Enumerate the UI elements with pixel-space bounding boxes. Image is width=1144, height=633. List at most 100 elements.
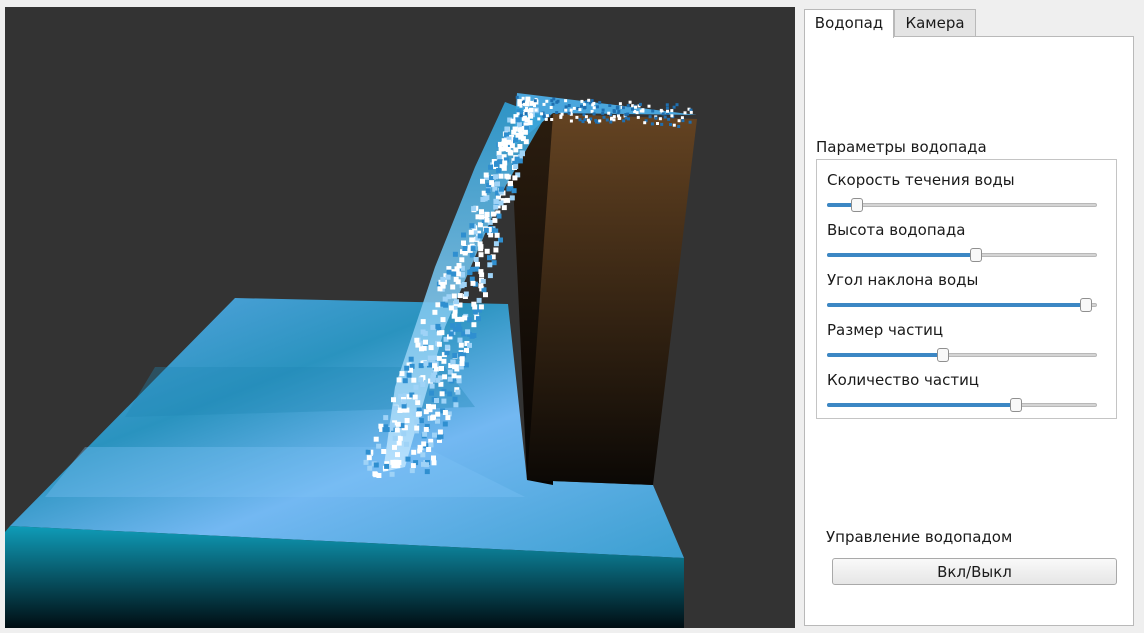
water-particle [451, 373, 457, 379]
water-particle [525, 96, 531, 102]
surface-particle [669, 123, 672, 126]
surface-particle [584, 115, 588, 119]
surface-particle [643, 121, 647, 125]
water-particle [392, 435, 398, 441]
water-particle [413, 384, 419, 390]
slider-handle[interactable] [851, 198, 863, 212]
tab-camera[interactable]: Камера [894, 9, 976, 36]
surface-particle [578, 108, 582, 112]
water-particle [528, 107, 534, 113]
water-particle [396, 460, 402, 465]
water-angle-slider[interactable] [827, 298, 1097, 312]
surface-particle [626, 104, 630, 108]
water-particle [461, 240, 466, 246]
surface-particle [612, 115, 616, 119]
water-particle [483, 227, 489, 233]
water-particle [430, 324, 436, 330]
water-particle [442, 410, 448, 415]
waterfall-height-label: Высота водопада [827, 221, 966, 239]
water-particle [461, 232, 466, 238]
toggle-waterfall-button[interactable]: Вкл/Выкл [832, 558, 1117, 585]
particle-count-slider[interactable] [827, 398, 1097, 412]
surface-particle [564, 105, 568, 109]
surface-particle [689, 110, 693, 114]
surface-particle [590, 99, 594, 103]
water-particle [422, 331, 428, 336]
water-particle [444, 350, 450, 356]
water-particle [376, 473, 382, 478]
surface-particle [578, 118, 582, 122]
surface-particle [575, 115, 579, 119]
water-particle [435, 302, 441, 308]
water-particle [485, 188, 491, 194]
surface-particle [667, 117, 671, 121]
surface-particle [545, 99, 549, 103]
water-particle [421, 461, 426, 467]
surface-particle [595, 105, 599, 109]
surface-particle [550, 118, 554, 121]
water-particle [514, 156, 520, 162]
flow-speed-slider[interactable] [827, 198, 1097, 212]
surface-particle [545, 114, 549, 118]
water-particle [515, 132, 521, 138]
water-particle [457, 337, 463, 343]
water-particle [436, 330, 442, 336]
slider-handle[interactable] [1010, 398, 1022, 412]
water-particle [432, 363, 438, 369]
water-particle [395, 421, 401, 427]
param-particle-size: Размер частиц [827, 321, 1107, 369]
water-particle [464, 348, 469, 353]
particle-size-slider[interactable] [827, 348, 1097, 362]
water-particle [424, 469, 430, 475]
control-group-title: Управление водопадом [826, 528, 1013, 546]
surface-particle [628, 100, 632, 104]
water-particle [471, 206, 477, 212]
surface-particle [582, 102, 586, 106]
water-particle [478, 252, 484, 258]
parameters-group: Скорость течения воды Высота водопада Уг… [816, 159, 1117, 419]
surface-particle [665, 103, 669, 107]
tab-pane-waterfall: Параметры водопада Скорость течения воды… [804, 36, 1134, 626]
water-particle [501, 205, 507, 211]
water-particle [418, 418, 424, 424]
surface-particle [550, 99, 554, 103]
water-particle [517, 144, 523, 149]
water-particle [450, 284, 456, 290]
water-particle [484, 217, 490, 223]
surface-particle [592, 112, 596, 116]
water-particle [435, 323, 441, 329]
scene-viewport[interactable] [5, 7, 795, 628]
water-particle [484, 248, 490, 254]
surface-particle [617, 114, 620, 118]
surface-particle [648, 115, 652, 119]
water-particle [496, 213, 502, 219]
water-particle [435, 411, 441, 417]
water-particle [492, 217, 498, 223]
water-particle [477, 233, 483, 239]
tab-waterfall[interactable]: Водопад [804, 9, 894, 38]
surface-particle [634, 105, 637, 109]
surface-particle [519, 114, 523, 118]
water-particle [411, 449, 417, 455]
water-particle [463, 362, 469, 368]
water-particle [488, 232, 494, 238]
slider-handle[interactable] [1080, 298, 1092, 312]
water-particle [502, 160, 508, 166]
water-particle [441, 398, 447, 404]
water-particle [453, 276, 459, 282]
water-particle [511, 188, 517, 194]
water-particle [487, 273, 493, 279]
slider-handle[interactable] [970, 248, 982, 262]
water-particle [415, 400, 421, 405]
waterfall-height-slider[interactable] [827, 248, 1097, 262]
surface-particle [592, 106, 596, 110]
surface-particle [612, 118, 616, 122]
slider-handle[interactable] [937, 348, 949, 362]
water-particle [483, 292, 488, 298]
surface-particle [515, 95, 519, 99]
water-particle [467, 342, 472, 348]
water-particle [365, 449, 371, 455]
water-particle [468, 229, 474, 235]
water-particle [478, 304, 484, 310]
surface-particle [663, 115, 667, 119]
